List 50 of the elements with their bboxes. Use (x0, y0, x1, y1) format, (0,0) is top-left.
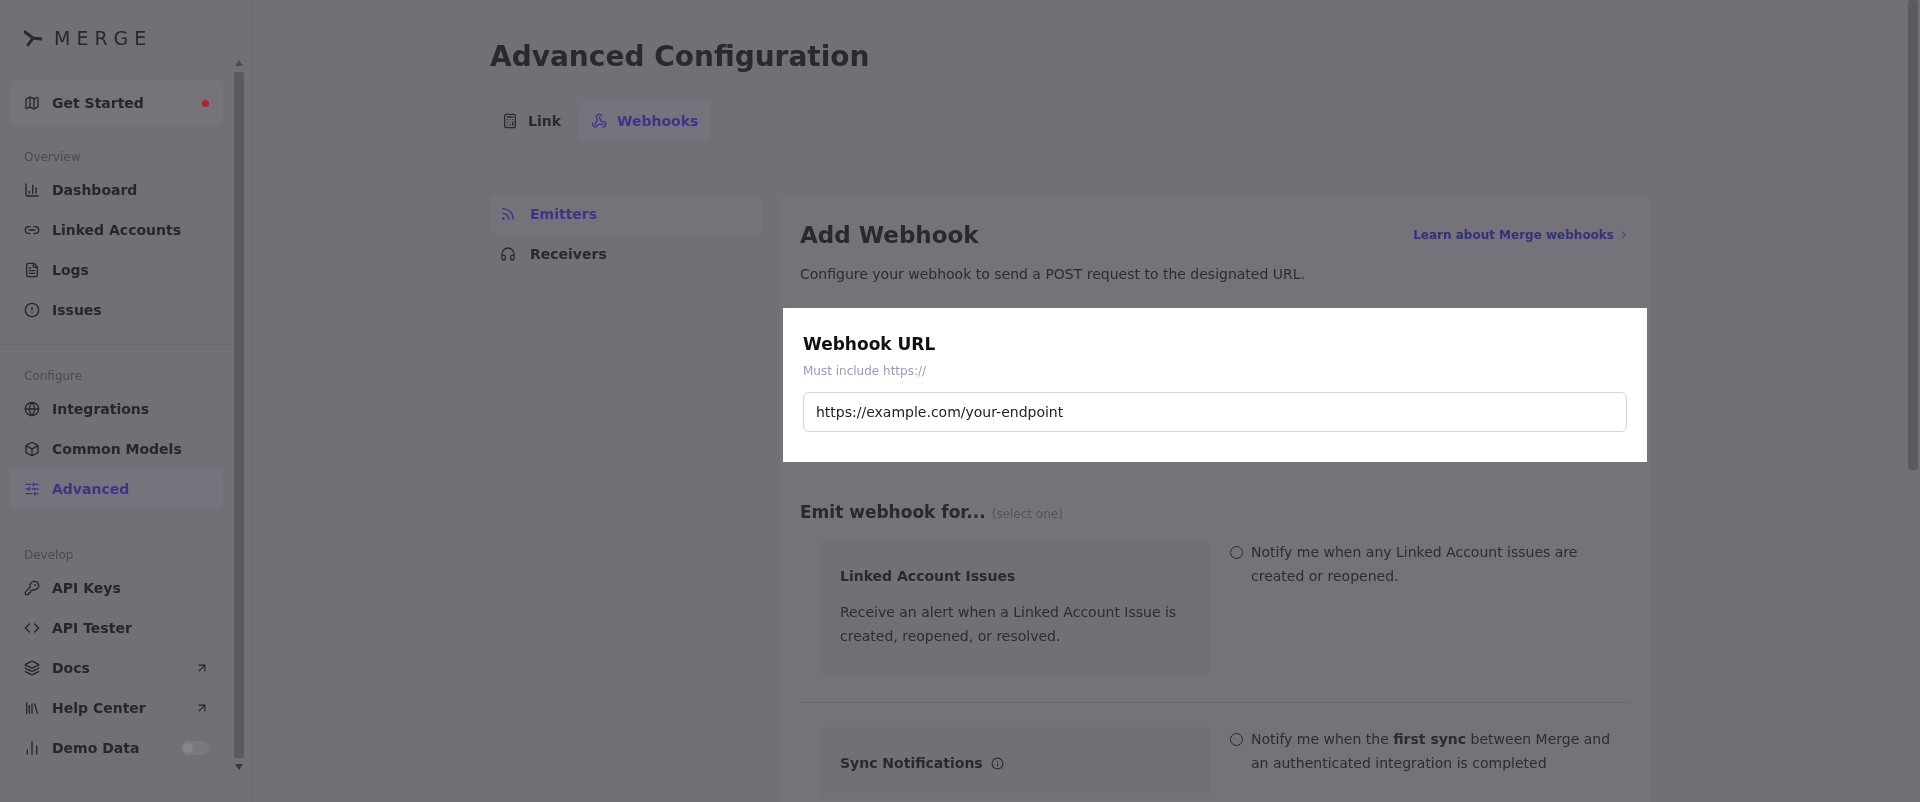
globe-icon (24, 401, 40, 417)
card-title: Add Webhook (800, 222, 979, 248)
rss-icon (500, 206, 516, 222)
sidebar-item[interactable]: Issues (10, 290, 223, 330)
field-hint: Must include https:// (803, 364, 928, 378)
option-description: Receive an alert when a Linked Account Issue is created, reopened, or resolved. (840, 603, 1178, 646)
sidebar-item[interactable]: Linked Accounts (10, 210, 223, 250)
logo-text: MERGE (54, 27, 153, 49)
calculator-icon (502, 113, 518, 129)
bar-chart-icon (24, 182, 40, 198)
scroll-down-icon[interactable] (235, 764, 243, 770)
sidebar-item[interactable]: Logs (10, 250, 223, 290)
url-input-field[interactable]: https://example.com/your-endpoint (803, 392, 1627, 432)
page-title: Advanced Configuration (490, 40, 871, 73)
tab[interactable]: Webhooks (579, 101, 711, 141)
option-label: Notify me when any Linked Account issues are created or reopened. (1251, 543, 1579, 586)
learn-link[interactable]: Learn about Merge webhooks (1413, 228, 1630, 242)
option-title: Linked Account Issues (840, 568, 1016, 584)
sidebar-item[interactable]: Dashboard (10, 170, 223, 210)
sidebar-item[interactable]: Help Center (10, 688, 223, 728)
logo-icon (24, 29, 42, 47)
sidebar-item[interactable]: API Keys (10, 568, 223, 608)
field-label: Webhook URL (803, 334, 937, 354)
option-title: Sync Notifications (840, 755, 983, 771)
get-started-item[interactable]: Get Started (10, 80, 223, 126)
cube-icon (24, 441, 40, 457)
books-icon (24, 700, 40, 716)
bar-chart-icon (24, 740, 40, 756)
alert-circle-icon (24, 302, 40, 318)
webhook-icon (591, 113, 607, 129)
map-icon (24, 95, 40, 111)
tab[interactable]: Link (490, 101, 573, 141)
sidebar-item[interactable]: API Tester (10, 608, 223, 648)
scroll-up-icon[interactable] (235, 60, 243, 66)
sliders-icon (24, 481, 40, 497)
info-icon (990, 756, 1004, 770)
sidebar-item[interactable]: Docs (10, 648, 223, 688)
key-icon (24, 580, 40, 596)
sidebar-item[interactable]: Integrations (10, 389, 223, 429)
sidebar-item[interactable]: Demo Data (10, 728, 223, 768)
card-description: Configure your webhook to send a POST request to the designated URL. (800, 266, 1307, 282)
subnav-item[interactable]: Receivers (490, 234, 762, 274)
code-brackets-icon (24, 620, 40, 636)
layers-icon (24, 660, 40, 676)
headphones-icon (500, 246, 516, 262)
sidebar-item[interactable]: Advanced (10, 469, 223, 509)
option-label: Notify me when the first sync between Merge and an authenticated integration is completed (1251, 730, 1612, 773)
document-icon (24, 262, 40, 278)
sidebar-item[interactable]: Common Models (10, 429, 223, 469)
section-title: Emit webhook for... (800, 502, 986, 522)
